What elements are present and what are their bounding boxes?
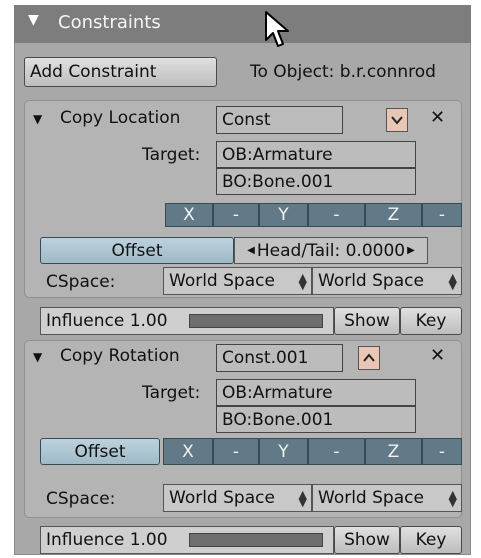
show-button[interactable]: Show [334, 307, 400, 335]
target-object-field[interactable]: OB:Armature [216, 141, 416, 168]
collapse-triangle-icon[interactable]: ▼ [33, 112, 42, 126]
chevron-down-icon[interactable] [386, 108, 408, 132]
influence-slider[interactable]: Influence 1.00 [40, 307, 334, 335]
triangle-down-icon[interactable]: ▼ [28, 12, 39, 28]
target-label: Target: [142, 383, 201, 403]
cspace-owner-select[interactable]: World Space ▲ ▼ [163, 267, 312, 295]
influence-value: Influence 1.00 [46, 311, 168, 331]
axis-y-toggle[interactable]: Y [259, 438, 308, 465]
to-object-label: To Object: b.r.connrod [250, 62, 436, 82]
offset-button[interactable]: Offset [40, 237, 234, 264]
cspace-target-select[interactable]: World Space ▲ ▼ [312, 267, 462, 295]
head-tail-value: Head/Tail: 0.0000 [256, 240, 406, 261]
axis-x-invert-toggle[interactable]: - [213, 438, 259, 465]
cspace-label: CSpace: [46, 272, 116, 292]
cspace-owner-select[interactable]: World Space ▲ ▼ [163, 484, 312, 512]
cspace-owner-value: World Space [169, 488, 275, 508]
key-button[interactable]: Key [400, 307, 462, 335]
constraint-name-field[interactable]: Const.001 [216, 344, 343, 372]
target-object-field[interactable]: OB:Armature [216, 379, 416, 406]
head-tail-field[interactable]: ◀ Head/Tail: 0.0000 ▶ [234, 237, 428, 264]
add-constraint-button[interactable]: Add Constraint [24, 57, 217, 87]
mouse-cursor-icon [265, 11, 289, 47]
updown-arrow-icon: ▲ ▼ [448, 271, 457, 292]
axis-z-invert-toggle[interactable]: - [422, 438, 462, 465]
constraint-type-label: Copy Location [60, 108, 181, 128]
cspace-label: CSpace: [46, 489, 116, 509]
axis-z-invert-toggle[interactable]: - [422, 203, 462, 227]
arrow-right-icon[interactable]: ▶ [407, 245, 415, 256]
updown-arrow-icon: ▲ ▼ [298, 488, 307, 509]
influence-value: Influence 1.00 [46, 530, 168, 550]
axis-y-invert-toggle[interactable]: - [308, 438, 365, 465]
constraint-type-label: Copy Rotation [60, 346, 180, 366]
constraint-name-field[interactable]: Const [216, 106, 343, 134]
influence-track[interactable] [189, 314, 323, 328]
panel-header[interactable]: ▼ Constraints [14, 5, 471, 43]
cspace-owner-value: World Space [169, 271, 275, 291]
updown-arrow-icon: ▲ ▼ [298, 271, 307, 292]
axis-y-invert-toggle[interactable]: - [308, 203, 365, 227]
close-icon[interactable]: ✕ [430, 107, 445, 128]
target-label: Target: [142, 145, 201, 165]
axis-z-toggle[interactable]: Z [365, 438, 422, 465]
key-button[interactable]: Key [400, 526, 462, 554]
axis-x-toggle[interactable]: X [165, 203, 213, 227]
cspace-target-value: World Space [318, 271, 424, 291]
panel-title: Constraints [58, 12, 161, 33]
influence-track[interactable] [189, 533, 323, 547]
cspace-target-value: World Space [318, 488, 424, 508]
influence-slider[interactable]: Influence 1.00 [40, 526, 334, 554]
chevron-up-icon[interactable] [358, 346, 380, 370]
target-bone-field[interactable]: BO:Bone.001 [216, 168, 416, 195]
collapse-triangle-icon[interactable]: ▼ [33, 350, 42, 364]
axis-y-toggle[interactable]: Y [259, 203, 308, 227]
show-button[interactable]: Show [334, 526, 400, 554]
axis-x-invert-toggle[interactable]: - [213, 203, 259, 227]
updown-arrow-icon: ▲ ▼ [448, 488, 457, 509]
axis-z-toggle[interactable]: Z [365, 203, 422, 227]
arrow-left-icon[interactable]: ◀ [247, 245, 255, 256]
cspace-target-select[interactable]: World Space ▲ ▼ [312, 484, 462, 512]
offset-button[interactable]: Offset [40, 438, 160, 465]
close-icon[interactable]: ✕ [430, 345, 445, 366]
target-bone-field[interactable]: BO:Bone.001 [216, 406, 416, 433]
axis-x-toggle[interactable]: X [163, 438, 213, 465]
